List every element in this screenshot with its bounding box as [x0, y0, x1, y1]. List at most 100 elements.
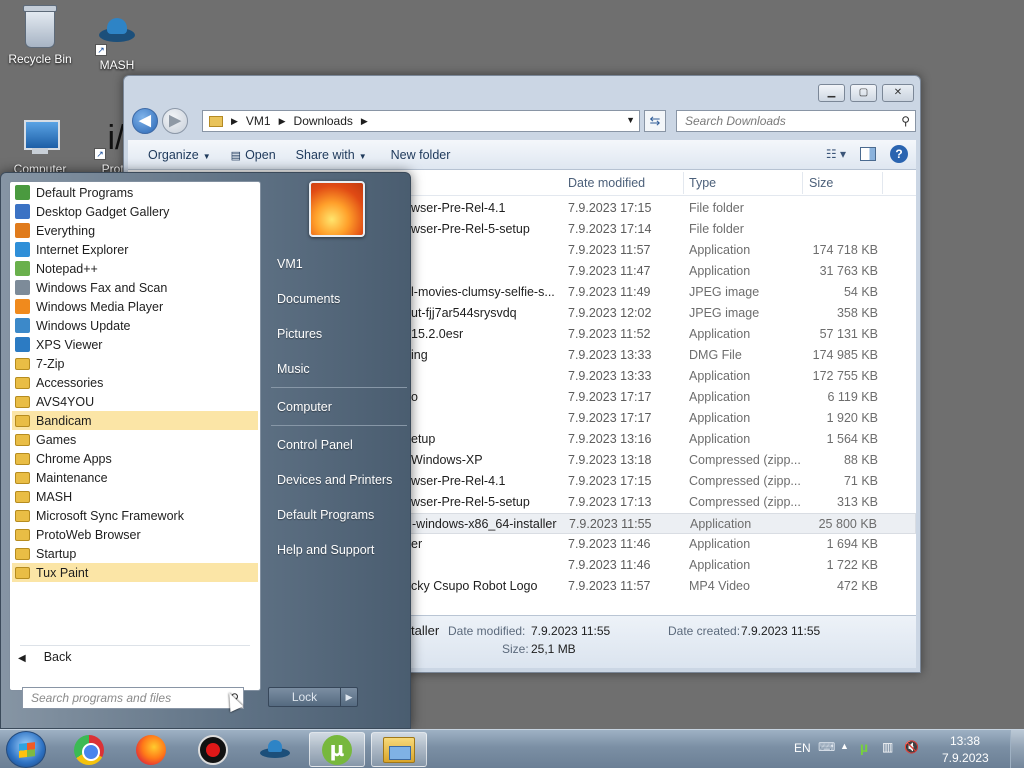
show-desktop-button[interactable] — [1010, 730, 1024, 768]
start-button[interactable] — [6, 731, 46, 768]
start-right-item[interactable]: Music — [277, 362, 310, 376]
program-item[interactable]: AVS4YOU — [12, 392, 258, 411]
forward-button[interactable]: ▶ — [162, 108, 188, 134]
show-hidden-icons-icon[interactable]: ▲ — [840, 741, 849, 751]
column-size[interactable]: Size — [809, 176, 833, 190]
program-item[interactable]: MASH — [12, 487, 258, 506]
clock-time[interactable]: 13:38 — [950, 734, 980, 748]
start-right-item[interactable]: Documents — [277, 292, 340, 306]
close-button[interactable]: ✕ — [882, 84, 914, 102]
program-item[interactable]: Tux Paint — [12, 563, 258, 582]
program-item[interactable]: Notepad++ — [12, 259, 258, 278]
start-right-item[interactable]: VM1 — [277, 257, 303, 271]
program-item[interactable]: Games — [12, 430, 258, 449]
folder-icon — [15, 547, 30, 560]
details-file-name: taller — [411, 623, 440, 638]
breadcrumb-downloads[interactable]: Downloads — [294, 114, 353, 128]
taskbar-firefox[interactable] — [123, 732, 179, 767]
taskbar-utorrent[interactable]: µ — [309, 732, 365, 767]
program-item[interactable]: Accessories — [12, 373, 258, 392]
program-item[interactable]: Bandicam — [12, 411, 258, 430]
file-date: 7.9.2023 11:49 — [568, 285, 651, 299]
program-label: Chrome Apps — [36, 451, 112, 466]
language-indicator[interactable]: EN — [794, 741, 811, 755]
file-type: Application — [689, 537, 751, 551]
program-item[interactable]: XPS Viewer — [12, 335, 258, 354]
taskbar-explorer[interactable] — [371, 732, 427, 767]
back-button[interactable]: ◀ — [132, 108, 158, 134]
network-icon[interactable]: ▥ — [882, 740, 893, 754]
program-item[interactable]: Desktop Gadget Gallery — [12, 202, 258, 221]
file-name: l-movies-clumsy-selfie-s... — [411, 285, 555, 299]
chevron-down-icon[interactable]: ▼ — [626, 115, 635, 125]
new-folder-button[interactable]: New folder — [381, 148, 461, 162]
taskbar-chrome[interactable] — [61, 732, 117, 767]
open-button[interactable]: ▤ Open — [221, 148, 286, 162]
program-item[interactable]: Everything — [12, 221, 258, 240]
file-date: 7.9.2023 11:52 — [568, 327, 651, 341]
clock-date[interactable]: 7.9.2023 — [942, 751, 989, 765]
file-name: wser-Pre-Rel-4.1 — [411, 201, 506, 215]
file-type: Application — [689, 390, 751, 404]
start-right-item[interactable]: Computer — [277, 400, 332, 414]
share-with-button[interactable]: Share with ▼ — [286, 148, 377, 162]
back-button[interactable]: ◀ Back — [18, 650, 72, 664]
breadcrumb-separator-icon: ▶ — [231, 115, 238, 126]
maximize-button[interactable]: ▢ — [850, 84, 877, 102]
program-item[interactable]: Microsoft Sync Framework — [12, 506, 258, 525]
start-search-input[interactable]: Search programs and files ⚲ — [22, 687, 244, 709]
program-item[interactable]: Windows Media Player — [12, 297, 258, 316]
program-item[interactable]: Chrome Apps — [12, 449, 258, 468]
program-label: Windows Fax and Scan — [36, 280, 168, 295]
refresh-button[interactable]: ⇆ — [644, 110, 666, 132]
desktop-icon-recycle-bin[interactable]: Recycle Bin — [0, 5, 80, 66]
desktop-icon-label: MASH — [99, 58, 135, 72]
program-item[interactable]: Maintenance — [12, 468, 258, 487]
column-type[interactable]: Type — [689, 176, 716, 190]
start-menu: Default Programs Desktop Gadget Gallery Ev… — [0, 172, 411, 729]
program-item[interactable]: Startup — [12, 544, 258, 563]
taskbar-mash[interactable] — [247, 732, 303, 767]
organize-button[interactable]: Organize ▼ — [138, 148, 221, 162]
file-date: 7.9.2023 17:15 — [568, 201, 652, 215]
start-right-item[interactable]: Pictures — [277, 327, 322, 341]
taskbar-bandicam[interactable] — [185, 732, 241, 767]
utorrent-tray-icon[interactable]: µ — [860, 739, 868, 755]
help-icon[interactable]: ? — [890, 145, 908, 163]
program-item[interactable]: Windows Fax and Scan — [12, 278, 258, 297]
program-label: Desktop Gadget Gallery — [36, 204, 170, 219]
minimize-button[interactable]: ▁ — [818, 84, 845, 102]
system-tray: EN ⌨ ▲ µ ▥ 🔇 13:38 7.9.2023 — [794, 730, 1024, 768]
keyboard-icon[interactable]: ⌨ — [818, 740, 835, 754]
shutdown-options-button[interactable]: ▶ — [340, 687, 358, 707]
search-input[interactable]: Search Downloads ⚲ — [676, 110, 916, 132]
desktop-icon-computer[interactable]: Computer — [0, 118, 80, 176]
file-size: 1 920 KB — [826, 411, 878, 425]
file-type: Application — [689, 264, 751, 278]
view-options-icon[interactable]: ☷ ▾ — [826, 147, 846, 161]
volume-muted-icon[interactable]: 🔇 — [904, 740, 919, 754]
search-icon[interactable]: ⚲ — [901, 114, 910, 128]
desktop-icon-mash[interactable]: ↗ MASH — [77, 14, 157, 72]
start-right-item[interactable]: Devices and Printers — [277, 473, 392, 487]
program-item[interactable]: 7-Zip — [12, 354, 258, 373]
file-date: 7.9.2023 12:02 — [568, 306, 652, 320]
start-right-item[interactable]: Control Panel — [277, 438, 353, 452]
folder-icon — [15, 528, 30, 541]
file-size: 172 755 KB — [812, 369, 878, 383]
program-item[interactable]: Windows Update — [12, 316, 258, 335]
file-size: 1 564 KB — [826, 432, 878, 446]
lock-button[interactable]: Lock — [268, 687, 341, 707]
column-date-modified[interactable]: Date modified — [568, 176, 645, 190]
breadcrumb-vm1[interactable]: VM1 — [246, 114, 271, 128]
address-bar[interactable]: ▶ VM1 ▶ Downloads ▶ ▼ — [202, 110, 640, 132]
program-item[interactable]: ProtoWeb Browser — [12, 525, 258, 544]
program-item[interactable]: Default Programs — [12, 183, 258, 202]
details-size: 25,1 MB — [531, 642, 576, 656]
preview-pane-icon[interactable] — [860, 147, 876, 161]
start-right-item[interactable]: Default Programs — [277, 508, 374, 522]
program-item[interactable]: Internet Explorer — [12, 240, 258, 259]
start-right-item[interactable]: Help and Support — [277, 543, 374, 557]
record-icon — [198, 734, 228, 765]
user-avatar[interactable] — [309, 181, 365, 237]
